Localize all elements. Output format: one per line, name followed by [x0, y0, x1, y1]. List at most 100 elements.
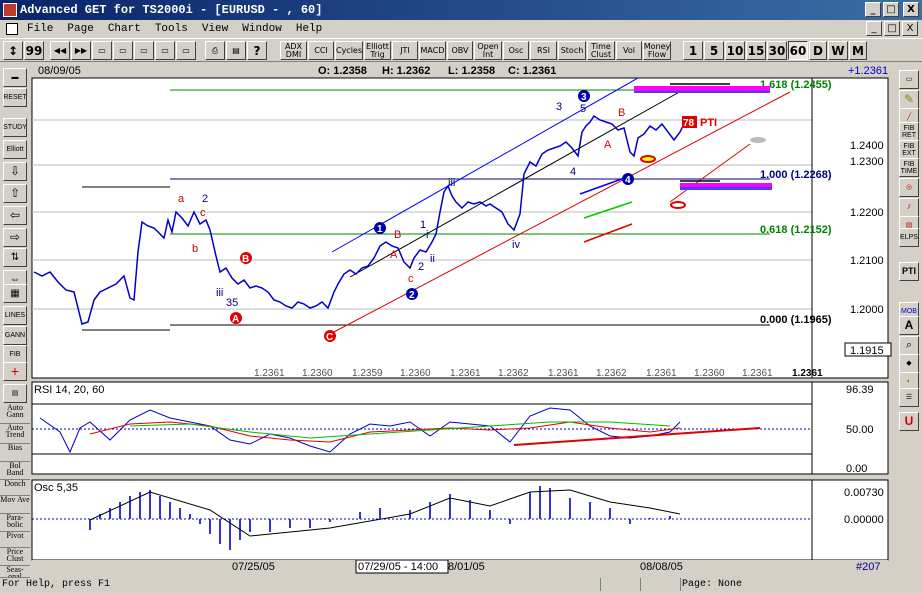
side-parabolic[interactable]: Para- bolic: [0, 514, 30, 532]
study-adx-dmi[interactable]: ADX DMI: [280, 41, 307, 60]
pen-icon[interactable]: ▭: [899, 70, 919, 89]
tool-button-5[interactable]: ▭: [134, 41, 154, 60]
side-auto-trend[interactable]: Auto Trend: [0, 424, 30, 444]
interval-5[interactable]: 5: [704, 41, 724, 60]
forward-button[interactable]: ▶▶: [71, 41, 91, 60]
menu-chart[interactable]: Chart: [101, 23, 148, 35]
compress-icon[interactable]: ⇅: [3, 248, 27, 267]
study-jti[interactable]: JTI: [392, 41, 418, 60]
study-cycles[interactable]: Cycles: [335, 41, 363, 60]
quote-button[interactable]: 99: [24, 41, 44, 60]
gann-button[interactable]: GANN: [3, 326, 27, 345]
interval-monthly[interactable]: M: [849, 41, 867, 60]
lines-button[interactable]: LINES: [3, 306, 27, 325]
expand-icon[interactable]: ▬: [3, 68, 27, 87]
study-osc[interactable]: Osc: [503, 41, 529, 60]
chart-svg[interactable]: 08/09/05 O: 1.2358 H: 1.2362 L: 1.2358 C…: [30, 62, 894, 577]
interval-daily[interactable]: D: [809, 41, 827, 60]
menu-help[interactable]: Help: [289, 23, 329, 35]
interval-60[interactable]: 60: [788, 41, 808, 60]
side-donch[interactable]: Donch: [0, 480, 30, 496]
copy-button[interactable]: ▤: [226, 41, 246, 60]
interval-30[interactable]: 30: [767, 41, 787, 60]
arrow-up-icon[interactable]: ⇧: [3, 184, 27, 203]
study-rsi[interactable]: RSI: [530, 41, 557, 60]
study-money-flow[interactable]: Money Flow: [643, 41, 671, 60]
interval-15[interactable]: 15: [746, 41, 766, 60]
arrow-left2-icon[interactable]: ⇦: [3, 206, 27, 225]
channel-icon[interactable]: ⫽: [899, 198, 919, 217]
cursor-tool-button[interactable]: ↕: [3, 41, 23, 60]
fib-ret-button[interactable]: FIB RET: [899, 122, 919, 141]
study-cci[interactable]: CCI: [308, 41, 334, 60]
ohlc-close: C: 1.2361: [508, 65, 556, 77]
eraser-icon[interactable]: ◆: [899, 354, 919, 373]
left-toolbar: ▬ RESET STUDY Elliott ⇩ ⇧ ⇦ ⇦ ⇨ ⇅ ⇔ ▦ LI…: [0, 62, 30, 582]
properties-icon[interactable]: ▤: [3, 384, 27, 403]
spiral-icon[interactable]: ◎: [899, 178, 919, 197]
study-open-int[interactable]: Open Int: [474, 41, 502, 60]
grid-icon[interactable]: ▦: [3, 284, 27, 303]
mdi-close-button[interactable]: X: [902, 21, 918, 36]
undo-icon[interactable]: U: [899, 412, 919, 431]
study-obv[interactable]: OBV: [447, 41, 473, 60]
pti-button[interactable]: PTI: [899, 262, 919, 281]
low-price-value: 1.1915: [850, 345, 884, 357]
study-stoch[interactable]: Stoch: [558, 41, 586, 60]
side-bol-band[interactable]: Bol Band: [0, 462, 30, 480]
side-auto-gann[interactable]: Auto Gann: [0, 404, 30, 424]
menu-file[interactable]: File: [20, 23, 60, 35]
wave-label-red-A: A: [390, 249, 398, 261]
minimize-button[interactable]: _: [865, 2, 881, 17]
interval-10[interactable]: 10: [725, 41, 745, 60]
fib-time-button[interactable]: FIB TIME: [899, 158, 919, 177]
mdi-minimize-button[interactable]: _: [866, 21, 882, 36]
wave-label-35: 35: [226, 297, 238, 309]
wave-label-red-B: B: [394, 229, 401, 241]
mdi-restore-button[interactable]: □: [884, 21, 900, 36]
interval-weekly[interactable]: W: [828, 41, 848, 60]
menu-tools[interactable]: Tools: [148, 23, 195, 35]
print-button[interactable]: ⎙: [205, 41, 225, 60]
study-macd[interactable]: MACD: [419, 41, 446, 60]
crosshair-icon[interactable]: +: [3, 362, 27, 381]
list-icon[interactable]: ☰: [899, 388, 919, 407]
reset-button[interactable]: RESET: [3, 88, 27, 107]
doc-icon: [6, 23, 18, 35]
menu-window[interactable]: Window: [235, 23, 289, 35]
svg-text:1.2361: 1.2361: [742, 368, 773, 379]
chart-area[interactable]: 08/09/05 O: 1.2358 H: 1.2362 L: 1.2358 C…: [30, 62, 894, 577]
study-time-clust[interactable]: Time Clust: [587, 41, 615, 60]
tool-button-7[interactable]: ▭: [176, 41, 196, 60]
arrow-right-icon[interactable]: ⇨: [3, 228, 27, 247]
side-price-clust[interactable]: Price Clust: [0, 548, 30, 566]
rsi-panel[interactable]: [31, 381, 813, 475]
text-tool-button[interactable]: A: [899, 316, 919, 335]
osc-tick-zero: 0.00000: [844, 514, 884, 526]
zoom-icon[interactable]: ⌕: [899, 336, 919, 355]
fib-ext-button[interactable]: FIB EXT: [899, 140, 919, 159]
svg-text:1.2361: 1.2361: [646, 368, 677, 379]
study-vol[interactable]: Vol: [616, 41, 642, 60]
tool-button-3[interactable]: ▭: [92, 41, 112, 60]
side-pivot[interactable]: Pivot: [0, 532, 30, 548]
menu-view[interactable]: View: [195, 23, 235, 35]
help-cursor-button[interactable]: ?: [247, 41, 267, 60]
elps-button[interactable]: ELPS: [899, 228, 919, 247]
study-button[interactable]: STUDY: [3, 118, 27, 137]
side-mov-ave[interactable]: Mov Ave: [0, 496, 30, 514]
elliott-button[interactable]: Elliott: [3, 140, 27, 159]
menu-page[interactable]: Page: [60, 23, 100, 35]
interval-1[interactable]: 1: [683, 41, 703, 60]
fib-label-0000: 0.000 (1.1965): [760, 314, 832, 326]
chart-date: 08/09/05: [38, 65, 81, 77]
back-button[interactable]: ◀◀: [50, 41, 70, 60]
arrow-down-icon[interactable]: ⇩: [3, 162, 27, 181]
maximize-button[interactable]: □: [883, 2, 899, 17]
pencil-icon[interactable]: ✎: [899, 90, 919, 109]
study-elliott-trig[interactable]: Elliott Trig: [364, 41, 391, 60]
close-button[interactable]: X: [903, 2, 919, 17]
tool-button-4[interactable]: ▭: [113, 41, 133, 60]
tool-button-6[interactable]: ▭: [155, 41, 175, 60]
side-bias[interactable]: Bias: [0, 444, 30, 462]
